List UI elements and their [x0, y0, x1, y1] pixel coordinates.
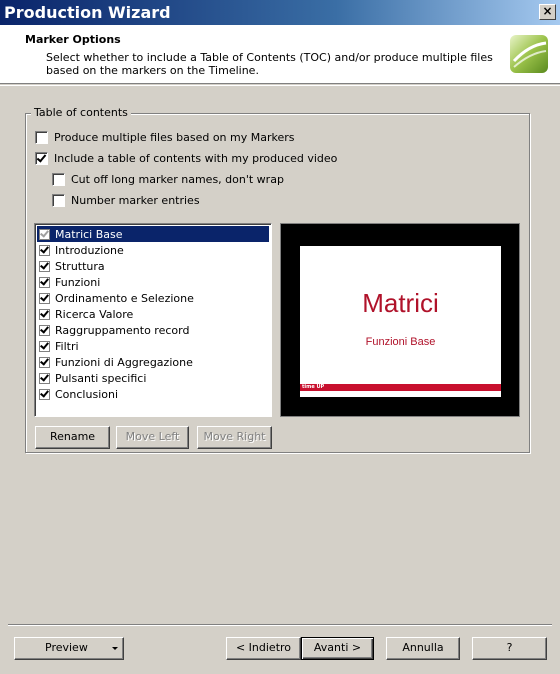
toc-legend: Table of contents — [31, 106, 131, 119]
include-toc-label: Include a table of contents with my prod… — [54, 151, 338, 165]
video-preview: Matrici Funzioni Base time UP — [280, 223, 520, 417]
move-left-button[interactable]: Move Left — [116, 426, 189, 449]
marker-label: Filtri — [55, 339, 79, 353]
marker-checkbox[interactable] — [39, 324, 50, 336]
option-include-toc[interactable]: Include a table of contents with my prod… — [35, 150, 337, 166]
marker-checkbox[interactable] — [39, 308, 50, 320]
marker-label: Ricerca Valore — [55, 307, 134, 321]
marker-checkbox[interactable] — [39, 260, 50, 272]
title-bar: Production Wizard × — [0, 0, 560, 25]
marker-checkbox[interactable] — [39, 356, 50, 368]
cut-off-names-label: Cut off long marker names, don't wrap — [71, 172, 284, 186]
cancel-button[interactable]: Annulla — [386, 637, 460, 660]
header-separator — [0, 85, 560, 86]
marker-label: Funzioni — [55, 275, 101, 289]
marker-label: Ordinamento e Selezione — [55, 291, 194, 305]
option-multiple-files[interactable]: Produce multiple files based on my Marke… — [35, 129, 295, 145]
slide-accent-bar — [300, 384, 501, 391]
rename-button[interactable]: Rename — [35, 426, 110, 449]
marker-list-item[interactable]: Raggruppamento record — [37, 322, 269, 338]
multiple-files-label: Produce multiple files based on my Marke… — [54, 130, 295, 144]
marker-list-item[interactable]: Struttura — [37, 258, 269, 274]
slide-title: Matrici — [362, 288, 439, 318]
marker-checkbox[interactable] — [39, 340, 50, 352]
option-number-entries[interactable]: Number marker entries — [52, 192, 200, 208]
marker-checkbox[interactable] — [39, 388, 50, 400]
marker-checkbox[interactable] — [39, 244, 50, 256]
marker-list-item[interactable]: Conclusioni — [37, 386, 269, 402]
marker-checkbox[interactable] — [39, 372, 50, 384]
footer-separator — [8, 624, 552, 626]
page-description: Select whether to include a Table of Con… — [46, 51, 493, 77]
marker-label: Raggruppamento record — [55, 323, 190, 337]
cut-off-names-checkbox[interactable] — [52, 172, 65, 186]
marker-list-item[interactable]: Ordinamento e Selezione — [37, 290, 269, 306]
wizard-logo-icon — [510, 35, 548, 73]
preview-slide: Matrici Funzioni Base time UP — [300, 246, 501, 397]
preview-button[interactable]: Preview — [14, 637, 124, 660]
preview-button-label: Preview — [45, 641, 88, 654]
dropdown-arrow-icon — [111, 646, 118, 650]
close-button[interactable]: × — [539, 4, 556, 20]
marker-checkbox[interactable] — [39, 228, 50, 240]
marker-label: Struttura — [55, 259, 105, 273]
page-title: Marker Options — [25, 33, 121, 46]
marker-label: Pulsanti specifici — [55, 371, 147, 385]
multiple-files-checkbox[interactable] — [35, 130, 48, 144]
marker-label: Conclusioni — [55, 387, 119, 401]
include-toc-checkbox[interactable] — [35, 151, 48, 165]
marker-list-item[interactable]: Funzioni di Aggregazione — [37, 354, 269, 370]
wizard-header: Marker Options Select whether to include… — [0, 25, 560, 84]
marker-list-item[interactable]: Pulsanti specifici — [37, 370, 269, 386]
number-entries-label: Number marker entries — [71, 193, 200, 207]
move-right-button[interactable]: Move Right — [197, 426, 272, 449]
marker-list-item[interactable]: Matrici Base — [37, 226, 269, 242]
marker-list-item[interactable]: Funzioni — [37, 274, 269, 290]
option-cut-off-names[interactable]: Cut off long marker names, don't wrap — [52, 171, 284, 187]
marker-list[interactable]: Matrici Base Introduzione Struttura Funzion… — [34, 223, 272, 417]
marker-list-item[interactable]: Filtri — [37, 338, 269, 354]
slide-subtitle: Funzioni Base — [365, 336, 436, 348]
help-button[interactable]: ? — [472, 637, 547, 660]
marker-list-item[interactable]: Introduzione — [37, 242, 269, 258]
back-button[interactable]: < Indietro — [226, 637, 301, 660]
marker-label: Introduzione — [55, 243, 124, 257]
window-title: Production Wizard — [4, 3, 171, 22]
marker-checkbox[interactable] — [39, 276, 50, 288]
marker-list-item[interactable]: Ricerca Valore — [37, 306, 269, 322]
marker-label: Matrici Base — [55, 227, 123, 241]
number-entries-checkbox[interactable] — [52, 193, 65, 207]
marker-checkbox[interactable] — [39, 292, 50, 304]
slide-brand-logo: time UP — [302, 384, 325, 390]
next-button[interactable]: Avanti > — [301, 637, 374, 660]
marker-label: Funzioni di Aggregazione — [55, 355, 193, 369]
